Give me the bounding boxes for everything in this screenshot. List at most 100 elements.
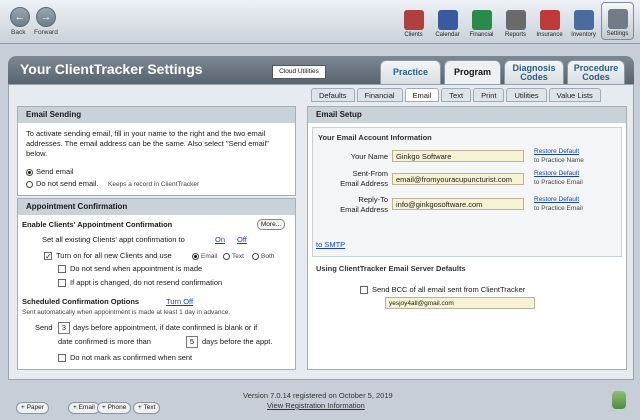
insurance-icon	[539, 10, 560, 30]
days-after-input[interactable]: 5	[186, 336, 198, 348]
toolbar-insurance-button[interactable]: Insurance	[533, 2, 566, 40]
scheduled-options-label: Scheduled Confirmation Options	[22, 297, 140, 306]
mode-both-radio[interactable]	[252, 253, 259, 260]
turn-on-new-clients-checkbox[interactable]: ✓	[44, 252, 52, 261]
no-resend-checkbox[interactable]	[58, 279, 66, 287]
cloud-utilities-button[interactable]: Cloud Utilities	[272, 65, 326, 79]
footer-paper-button[interactable]: + Paper	[16, 402, 49, 414]
sub-tab-utilities[interactable]: Utilities	[506, 88, 547, 102]
mode-text-radio[interactable]	[223, 253, 230, 260]
toolbar-settings-button[interactable]: Settings	[601, 2, 634, 40]
back-label[interactable]: Back	[11, 29, 25, 36]
toolbar-label: Reports	[504, 32, 526, 38]
sub-tab-value-lists[interactable]: Value Lists	[548, 88, 601, 102]
sent-from-input[interactable]: email@fromyouracupuncturist.com	[392, 173, 524, 185]
send-email-radio[interactable]	[26, 169, 33, 176]
days-before-appt-text: days before the appt.	[202, 337, 273, 346]
restore-name-note: to Practice Name	[534, 157, 584, 164]
toolbar-clients-button[interactable]: Clients	[397, 2, 430, 40]
no-mark-confirmed-checkbox[interactable]	[58, 354, 66, 362]
toolbar-label: Inventory	[571, 32, 596, 38]
more-button[interactable]: More...	[257, 219, 285, 230]
email-setup-heading: Email Setup	[308, 107, 626, 123]
calendar-icon	[437, 10, 458, 30]
view-registration-link[interactable]: View Registration Information	[267, 401, 365, 410]
forward-label[interactable]: Forward	[34, 29, 58, 36]
set-all-on-link[interactable]: On	[215, 235, 225, 245]
send-label: Send	[35, 323, 53, 332]
no-send-email-label: Do not send email.	[36, 179, 99, 188]
sub-tab-financial[interactable]: Financial	[356, 88, 403, 102]
inventory-icon	[573, 10, 594, 30]
toolbar-calendar-button[interactable]: Calendar	[431, 2, 464, 40]
auto-send-note: Sent automatically when appointment is m…	[22, 309, 231, 316]
email-sending-heading: Email Sending	[18, 107, 295, 123]
account-info-heading: Your Email Account Information	[318, 133, 432, 142]
android-icon[interactable]	[612, 391, 626, 409]
footer-phone-button[interactable]: + Phone	[97, 402, 132, 414]
bcc-email-input[interactable]: yesjoy4all@gmail.com	[385, 297, 535, 309]
toolbar-label: Clients	[404, 32, 423, 38]
sub-tab-text[interactable]: Text	[441, 88, 472, 102]
main-tab-diagnosis[interactable]: Diagnosis Codes	[504, 60, 564, 84]
turn-on-new-clients-label: Turn on for all new Clients and use	[56, 251, 172, 260]
toolbar-label: Settings	[606, 31, 629, 37]
reply-to-label: Reply-To Email Address	[340, 195, 388, 214]
sub-tab-print[interactable]: Print	[473, 88, 505, 102]
send-email-label: Send email	[36, 167, 74, 176]
toolbar-inventory-button[interactable]: Inventory	[567, 2, 600, 40]
top-toolbar: ← Back → Forward Clients Calendar Financia…	[0, 0, 640, 44]
no-send-email-note: Keeps a record in ClientTracker	[108, 181, 200, 188]
settings-icon	[607, 9, 628, 29]
main-tab-practice[interactable]: Practice	[380, 60, 441, 84]
appointment-confirmation-section: Appointment Confirmation Enable Clients'…	[17, 198, 296, 370]
date-confirmed-text: date confirmed is more than	[58, 337, 151, 346]
no-resend-label: If appt is changed, do not resend confir…	[70, 278, 223, 287]
set-all-off-link[interactable]: Off	[237, 235, 247, 245]
sub-tab-defaults[interactable]: Defaults	[311, 88, 355, 102]
main-tab-procedure[interactable]: Procedure Codes	[567, 60, 625, 84]
days-before-input[interactable]: 3	[58, 322, 70, 334]
main-tabs: Practice Program Diagnosis Codes Procedure …	[380, 60, 625, 84]
version-text: Version 7.0.14 registered on October 5, …	[243, 391, 393, 400]
appointment-confirmation-heading: Appointment Confirmation	[18, 199, 295, 215]
no-mark-confirmed-label: Do not mark as confirmed when sent	[70, 353, 193, 362]
mode-text-label: Text	[232, 253, 244, 260]
email-sending-section: Email Sending To activate sending email,…	[17, 106, 296, 196]
clients-icon	[403, 10, 424, 30]
toolbar-label: Calendar	[435, 32, 460, 38]
smtp-link[interactable]: to SMTP	[316, 240, 345, 250]
bcc-label: Send BCC of all email sent from ClientTr…	[372, 285, 526, 294]
sub-tab-email[interactable]: Email	[404, 88, 440, 102]
back-arrow-icon[interactable]: ←	[10, 7, 30, 27]
enable-confirmation-label: Enable Clients' Appointment Confirmation	[22, 220, 173, 229]
toolbar-financial-button[interactable]: Financial	[465, 2, 498, 40]
toolbar-reports-button[interactable]: Reports	[499, 2, 532, 40]
turn-off-link[interactable]: Turn Off	[166, 297, 193, 307]
mode-email-radio[interactable]	[192, 253, 199, 260]
your-name-label: Your Name	[350, 152, 388, 161]
no-send-when-made-checkbox[interactable]	[58, 265, 66, 273]
no-send-email-radio[interactable]	[26, 181, 33, 188]
main-tab-program[interactable]: Program	[444, 60, 501, 84]
mode-both-label: Both	[261, 253, 275, 260]
your-name-input[interactable]: Ginkgo Software	[392, 150, 524, 162]
no-send-when-made-label: Do not send when appointment is made	[70, 264, 203, 273]
bcc-checkbox[interactable]	[360, 286, 368, 294]
footer-text-button[interactable]: + Text	[133, 402, 161, 414]
restore-from-note: to Practice Email	[534, 179, 583, 186]
module-toolbar: Clients Calendar Financial Reports Insurance…	[397, 2, 634, 42]
toolbar-label: Financial	[469, 32, 494, 38]
restore-reply-note: to Practice Email	[534, 205, 583, 212]
sent-from-label: Sent-From Email Address	[340, 169, 388, 188]
reply-to-input[interactable]: info@ginkgosoftware.com	[392, 198, 524, 210]
sub-tabs: Defaults Financial Email Text Print Utilities…	[311, 88, 601, 102]
set-all-label: Set all existing Clients' appt confirmat…	[42, 235, 185, 244]
email-sending-description: To activate sending email, fill in your …	[26, 129, 269, 158]
server-defaults-heading: Using ClientTracker Email Server Default…	[316, 264, 466, 273]
footer-email-button[interactable]: + Email	[68, 402, 100, 414]
forward-arrow-icon[interactable]: →	[36, 7, 56, 27]
financial-icon	[471, 10, 492, 30]
toolbar-label: Insurance	[536, 32, 563, 38]
page-title: Your ClientTracker Settings	[20, 61, 203, 77]
